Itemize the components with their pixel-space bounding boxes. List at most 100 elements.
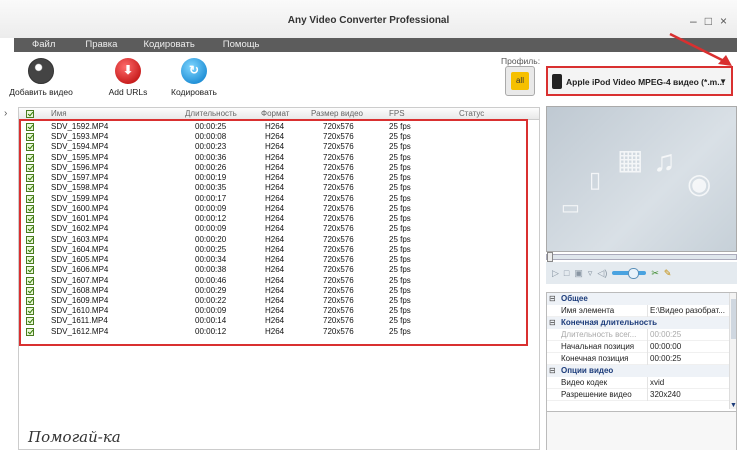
cell-name: SDV_1597.MP4	[51, 173, 109, 183]
row-checkbox[interactable]	[26, 184, 34, 193]
col-header-duration[interactable]: Длительность	[185, 109, 237, 118]
play-icon[interactable]: ▷	[552, 268, 559, 279]
row-checkbox[interactable]	[26, 317, 34, 326]
volume-slider[interactable]	[612, 268, 647, 279]
section-final-duration[interactable]: Конечная длительность	[547, 317, 736, 329]
cell-video-size: 720x576	[323, 142, 354, 152]
seek-bar[interactable]	[546, 252, 737, 262]
cell-duration: 00:00:23	[195, 142, 227, 152]
row-checkbox[interactable]	[26, 256, 34, 265]
table-row[interactable]: SDV_1607.MP4 00:00:46 H264 720x576 25 fps	[19, 276, 539, 286]
prop-value[interactable]: 00:00:00	[647, 341, 730, 353]
row-checkbox[interactable]	[26, 143, 34, 152]
table-row[interactable]: SDV_1599.MP4 00:00:17 H264 720x576 25 fps	[19, 194, 539, 204]
table-row[interactable]: SDV_1598.MP4 00:00:35 H264 720x576 25 fps	[19, 183, 539, 193]
row-checkbox[interactable]	[26, 163, 34, 172]
prop-value[interactable]: xvid	[647, 377, 730, 389]
add-video-button[interactable]: Добавить видео	[8, 58, 74, 97]
col-header-video-size[interactable]: Размер видео	[311, 109, 363, 118]
minimize-button[interactable]: –	[690, 14, 697, 28]
menu-file[interactable]: Файл	[32, 38, 55, 52]
wrench-icon[interactable]: ✎	[664, 268, 672, 279]
prop-video-resolution[interactable]: Разрешение видео 320x240	[547, 389, 736, 401]
cell-format: H264	[265, 285, 285, 295]
col-header-format[interactable]: Формат	[261, 109, 289, 118]
profile-dropdown[interactable]: Apple iPod Video MPEG-4 видео (*.m... ▼	[546, 66, 733, 96]
table-row[interactable]: SDV_1611.MP4 00:00:14 H264 720x576 25 fps	[19, 316, 539, 326]
scissors-icon[interactable]: ✂	[651, 268, 659, 279]
dropdown-icon[interactable]: ▿	[588, 268, 593, 279]
section-general[interactable]: Общее	[547, 293, 736, 305]
cell-duration: 00:00:29	[195, 285, 227, 295]
encode-button[interactable]: ↻ Кодировать	[166, 58, 222, 97]
menu-edit[interactable]: Правка	[85, 38, 117, 52]
menu-help[interactable]: Помощь	[223, 38, 260, 52]
properties-scrollbar[interactable]: ▼	[729, 293, 737, 409]
close-button[interactable]: ×	[720, 14, 727, 28]
col-header-fps[interactable]: FPS	[389, 109, 405, 118]
row-checkbox[interactable]	[26, 245, 34, 254]
row-checkbox[interactable]	[26, 286, 34, 295]
table-row[interactable]: SDV_1604.MP4 00:00:25 H264 720x576 25 fps	[19, 245, 539, 255]
maximize-button[interactable]: □	[705, 14, 712, 28]
table-row[interactable]: SDV_1605.MP4 00:00:34 H264 720x576 25 fps	[19, 255, 539, 265]
all-profiles-button[interactable]: all	[505, 66, 535, 96]
table-row[interactable]: SDV_1601.MP4 00:00:12 H264 720x576 25 fps	[19, 214, 539, 224]
table-row[interactable]: SDV_1603.MP4 00:00:20 H264 720x576 25 fps	[19, 235, 539, 245]
table-row[interactable]: SDV_1597.MP4 00:00:19 H264 720x576 25 fps	[19, 173, 539, 183]
table-row[interactable]: SDV_1610.MP4 00:00:09 H264 720x576 25 fps	[19, 306, 539, 316]
cell-name: SDV_1602.MP4	[51, 224, 109, 234]
scroll-thumb[interactable]	[731, 299, 736, 339]
add-urls-button[interactable]: ⬇ Add URLs	[104, 58, 152, 97]
table-row[interactable]: SDV_1612.MP4 00:00:12 H264 720x576 25 fps	[19, 327, 539, 337]
row-checkbox[interactable]	[26, 225, 34, 234]
row-checkbox[interactable]	[26, 194, 34, 203]
col-header-name[interactable]: Имя	[51, 109, 67, 118]
prop-value[interactable]: 00:00:25	[647, 353, 730, 365]
table-row[interactable]: SDV_1606.MP4 00:00:38 H264 720x576 25 fps	[19, 265, 539, 275]
row-checkbox[interactable]	[26, 204, 34, 213]
row-checkbox[interactable]	[26, 174, 34, 183]
table-row[interactable]: SDV_1602.MP4 00:00:09 H264 720x576 25 fps	[19, 224, 539, 234]
row-checkbox[interactable]	[26, 235, 34, 244]
row-checkbox[interactable]	[26, 123, 34, 131]
menu-encode[interactable]: Кодировать	[143, 38, 194, 52]
table-row[interactable]: SDV_1609.MP4 00:00:22 H264 720x576 25 fps	[19, 296, 539, 306]
panel-collapse-icon[interactable]: ›	[4, 108, 7, 119]
cell-video-size: 720x576	[323, 162, 354, 172]
prop-element-name[interactable]: Имя элемента E:\Видео разобрат...	[547, 305, 736, 317]
row-checkbox[interactable]	[26, 153, 34, 162]
table-row[interactable]: SDV_1600.MP4 00:00:09 H264 720x576 25 fps	[19, 204, 539, 214]
cell-name: SDV_1609.MP4	[51, 295, 109, 305]
add-video-label: Добавить видео	[9, 87, 73, 97]
volume-icon[interactable]: ◁)	[597, 268, 607, 279]
select-all-checkbox[interactable]	[26, 110, 34, 118]
prop-video-codec[interactable]: Видео кодек xvid	[547, 377, 736, 389]
row-checkbox[interactable]	[26, 266, 34, 275]
cell-name: SDV_1608.MP4	[51, 285, 109, 295]
table-row[interactable]: SDV_1596.MP4 00:00:26 H264 720x576 25 fps	[19, 163, 539, 173]
col-header-status[interactable]: Статус	[459, 109, 484, 118]
section-video-options[interactable]: Опции видео	[547, 365, 736, 377]
table-row[interactable]: SDV_1595.MP4 00:00:36 H264 720x576 25 fps	[19, 153, 539, 163]
prop-end-position[interactable]: Конечная позиция 00:00:25	[547, 353, 736, 365]
cell-duration: 00:00:35	[195, 183, 227, 193]
row-checkbox[interactable]	[26, 215, 34, 224]
table-row[interactable]: SDV_1594.MP4 00:00:23 H264 720x576 25 fps	[19, 142, 539, 152]
row-checkbox[interactable]	[26, 133, 34, 142]
row-checkbox[interactable]	[26, 307, 34, 316]
seek-handle[interactable]	[547, 252, 553, 262]
scroll-down-icon[interactable]: ▼	[730, 402, 737, 409]
cell-duration: 00:00:26	[195, 162, 227, 172]
row-checkbox[interactable]	[26, 276, 34, 285]
snapshot-icon[interactable]: ▣	[574, 268, 583, 279]
prop-start-position[interactable]: Начальная позиция 00:00:00	[547, 341, 736, 353]
table-row[interactable]: SDV_1593.MP4 00:00:08 H264 720x576 25 fps	[19, 132, 539, 142]
stop-icon[interactable]: □	[564, 268, 569, 278]
prop-value[interactable]: 320x240	[647, 389, 730, 401]
row-checkbox[interactable]	[26, 296, 34, 305]
row-checkbox[interactable]	[26, 327, 34, 336]
table-row[interactable]: SDV_1608.MP4 00:00:29 H264 720x576 25 fps	[19, 286, 539, 296]
table-row[interactable]: SDV_1592.MP4 00:00:25 H264 720x576 25 fps	[19, 122, 539, 132]
cell-format: H264	[265, 244, 285, 254]
